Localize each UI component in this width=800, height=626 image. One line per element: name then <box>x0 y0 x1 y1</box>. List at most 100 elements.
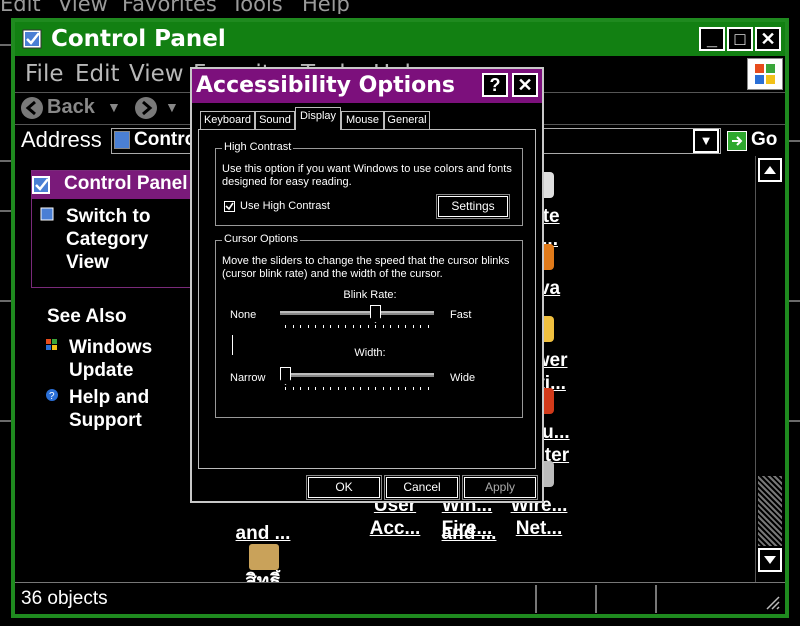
scroll-track[interactable] <box>758 476 782 546</box>
slider-tick <box>300 387 301 390</box>
width-min-label: Narrow <box>230 372 266 384</box>
go-arrow-icon[interactable] <box>727 131 747 151</box>
slider-tick <box>383 387 384 390</box>
scroll-up-icon[interactable] <box>758 158 782 182</box>
slider-tick <box>323 325 324 328</box>
icon-label[interactable]: Net... <box>499 517 579 540</box>
switch-category-view-link[interactable]: Switch to Category View <box>66 205 186 274</box>
address-folder-icon <box>114 131 130 149</box>
slider-tick <box>285 325 286 328</box>
back-arrow-icon[interactable] <box>21 97 43 119</box>
slider-tick <box>398 325 399 328</box>
cursor-width-slider[interactable] <box>280 367 434 397</box>
bg-menu-favorites: Favorites <box>122 0 217 14</box>
tab-general[interactable]: General <box>384 111 430 129</box>
icon-label[interactable]: and ... <box>429 522 509 545</box>
menu-edit[interactable]: Edit <box>75 61 120 87</box>
dialog-help-button[interactable]: ? <box>482 73 508 97</box>
control-panel-small-icon <box>32 176 50 194</box>
left-task-pane: Control Panel Switch to Category View Se… <box>15 156 196 588</box>
high-contrast-checkbox[interactable] <box>224 201 235 212</box>
forward-arrow-icon[interactable] <box>135 97 157 119</box>
go-button[interactable]: Go <box>751 129 777 151</box>
dialog-title-bar[interactable]: Accessibility Options ? ✕ <box>192 69 542 103</box>
bg-menu-edit: Edit <box>0 0 41 14</box>
windows-logo-icon <box>747 58 783 90</box>
slider-tick <box>293 387 294 390</box>
window-title: Control Panel <box>51 26 226 52</box>
security-settings-icon[interactable] <box>249 544 279 570</box>
slider-tick <box>308 387 309 390</box>
slider-tick <box>315 387 316 390</box>
high-contrast-description: Use this option if you want Windows to u… <box>222 163 512 188</box>
accessibility-options-dialog: Accessibility Options ? ✕ Keyboard Sound… <box>190 67 544 503</box>
apply-button[interactable]: Apply <box>462 475 538 500</box>
tab-display[interactable]: Display <box>295 107 341 130</box>
slider-tick <box>345 387 346 390</box>
menu-file[interactable]: File <box>25 61 64 87</box>
cursor-options-title: Cursor Options <box>222 233 300 245</box>
blink-rate-label: Blink Rate: <box>343 289 397 301</box>
address-label: Address <box>21 127 102 152</box>
cancel-button[interactable]: Cancel <box>384 475 460 500</box>
slider-tick <box>360 325 361 328</box>
slider-tick <box>420 387 421 390</box>
settings-button[interactable]: Settings <box>436 194 510 219</box>
control-panel-box-header[interactable]: Control Panel <box>32 171 196 199</box>
dialog-close-button[interactable]: ✕ <box>512 73 538 97</box>
bg-menu-tools: Tools <box>231 0 283 14</box>
blink-max-label: Fast <box>450 309 472 321</box>
background-menu-bar: Edit View Favorites Tools Help <box>0 0 800 14</box>
slider-tick <box>353 325 354 328</box>
maximize-button[interactable]: □ <box>727 27 753 51</box>
slider-tick <box>375 387 376 390</box>
slider-tick <box>383 325 384 328</box>
minimize-button[interactable]: _ <box>699 27 725 51</box>
blink-rate-thumb[interactable] <box>370 305 381 323</box>
close-button[interactable]: ✕ <box>755 27 781 51</box>
width-max-label: Wide <box>450 372 476 384</box>
tab-mouse[interactable]: Mouse <box>341 111 384 129</box>
blink-min-label: None <box>230 309 257 321</box>
slider-tick <box>428 387 429 390</box>
vertical-scrollbar[interactable] <box>755 156 785 588</box>
windows-update-link[interactable]: Windows Update <box>69 336 179 382</box>
address-dropdown-icon[interactable]: ▼ <box>693 129 719 153</box>
status-bar: 36 objects <box>15 582 785 614</box>
see-also-heading: See Also <box>47 306 127 327</box>
slider-tick <box>285 387 286 390</box>
scroll-down-icon[interactable] <box>758 548 782 572</box>
high-contrast-group: High Contrast Use this option if you wan… <box>215 141 523 226</box>
windows-update-icon <box>46 339 57 350</box>
control-panel-box: Control Panel Switch to Category View <box>31 170 196 288</box>
cursor-options-description: Move the sliders to change the speed tha… <box>222 255 510 280</box>
resize-grip-icon[interactable] <box>763 593 781 611</box>
window-title-bar[interactable]: Control Panel _ □ ✕ <box>15 22 785 56</box>
cursor-width-thumb[interactable] <box>280 367 291 385</box>
icon-label[interactable]: Acc... <box>355 517 435 540</box>
slider-tick <box>398 387 399 390</box>
slider-tick <box>293 325 294 328</box>
high-contrast-checkbox-label[interactable]: Use High Contrast <box>240 200 330 213</box>
help-support-icon: ? <box>46 389 58 402</box>
slider-tick <box>315 325 316 328</box>
forward-dropdown-icon[interactable]: ▼ <box>165 99 179 115</box>
help-support-link[interactable]: Help and Support <box>69 386 179 432</box>
slider-tick <box>413 325 414 328</box>
blink-rate-slider[interactable] <box>280 305 434 335</box>
icon-label[interactable]: and ... <box>223 522 303 545</box>
tab-sound[interactable]: Sound <box>255 111 295 129</box>
back-dropdown-icon[interactable]: ▼ <box>107 99 121 115</box>
back-button[interactable]: Back <box>47 96 95 119</box>
slider-tick <box>368 387 369 390</box>
bg-menu-help: Help <box>302 0 350 14</box>
slider-tick <box>405 325 406 328</box>
slider-tick <box>353 387 354 390</box>
width-label: Width: <box>354 347 386 359</box>
menu-view[interactable]: View <box>129 61 184 87</box>
control-panel-icon <box>22 29 42 49</box>
slider-tick <box>405 387 406 390</box>
ok-button[interactable]: OK <box>306 475 382 500</box>
display-tab-panel: High Contrast Use this option if you wan… <box>198 129 536 469</box>
tab-keyboard[interactable]: Keyboard <box>200 111 255 129</box>
